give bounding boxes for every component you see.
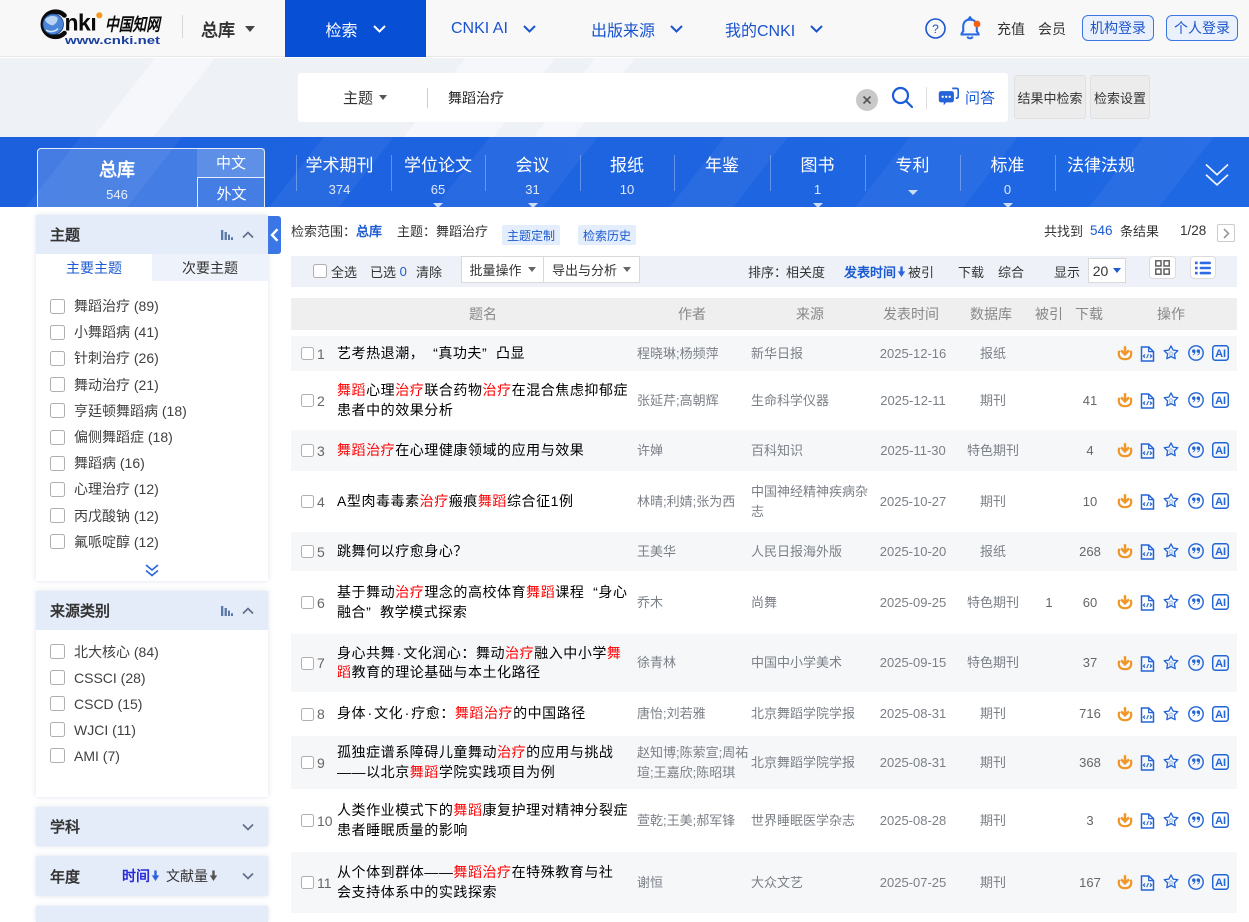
svg-text:AI: AI xyxy=(1215,815,1226,827)
svg-text:中国知网: 中国知网 xyxy=(105,15,162,35)
svg-text:AI: AI xyxy=(1215,546,1226,558)
svg-text:AI: AI xyxy=(1215,757,1226,769)
svg-text:AI: AI xyxy=(1215,395,1226,407)
svg-text:www.cnki.net: www.cnki.net xyxy=(64,35,161,47)
svg-text:AI: AI xyxy=(1215,445,1226,457)
svg-text:AI: AI xyxy=(1215,709,1226,721)
svg-text:AI: AI xyxy=(1215,348,1226,360)
svg-text:?: ? xyxy=(932,22,939,36)
svg-text:AI: AI xyxy=(1215,597,1226,609)
svg-text:nkı: nkı xyxy=(65,10,97,36)
svg-text:AI: AI xyxy=(1215,877,1226,889)
svg-text:AI: AI xyxy=(1215,658,1226,670)
svg-text:AI: AI xyxy=(1215,496,1226,508)
